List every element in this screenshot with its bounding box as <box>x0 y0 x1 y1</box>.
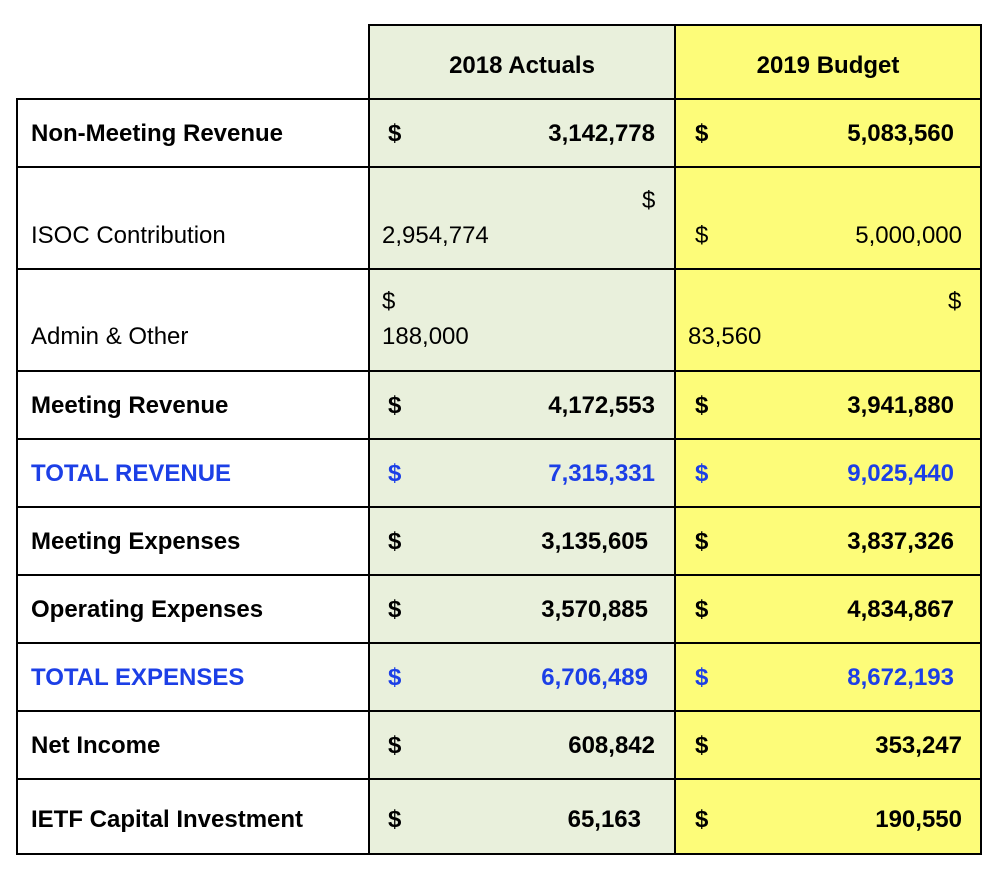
currency-symbol: $ <box>388 120 402 147</box>
table-border <box>16 778 982 780</box>
header-actuals: 2018 Actuals <box>449 52 595 79</box>
row-label: Net Income <box>31 732 161 759</box>
actuals-value: 3,135,605 <box>541 528 648 555</box>
row-label: IETF Capital Investment <box>31 806 304 833</box>
budget-value: 190,550 <box>875 806 962 833</box>
actuals-value: 2,954,774 <box>382 222 489 249</box>
budget-value: 3,837,326 <box>847 528 954 555</box>
row-label: ISOC Contribution <box>31 222 226 249</box>
table-border <box>16 642 982 644</box>
currency-symbol: $ <box>642 187 656 214</box>
table-border <box>16 166 982 168</box>
table-cell <box>675 167 981 269</box>
actuals-value: 65,163 <box>567 806 641 833</box>
actuals-value: 4,172,553 <box>548 392 655 419</box>
row-label: Non-Meeting Revenue <box>31 120 284 147</box>
budget-value: 83,560 <box>688 323 762 350</box>
table-cell <box>675 269 981 371</box>
currency-symbol: $ <box>695 460 709 487</box>
row-label: Meeting Revenue <box>31 392 229 419</box>
table-cell <box>369 167 675 269</box>
budget-value: 5,083,560 <box>847 120 954 147</box>
header-budget: 2019 Budget <box>756 52 900 79</box>
table-border <box>16 438 982 440</box>
currency-symbol: $ <box>695 120 709 147</box>
currency-symbol: $ <box>695 392 709 419</box>
row-label: Admin & Other <box>31 323 189 350</box>
actuals-value: 188,000 <box>382 323 469 350</box>
currency-symbol: $ <box>948 288 962 315</box>
table-border <box>16 98 982 100</box>
currency-symbol: $ <box>388 806 402 833</box>
actuals-value: 7,315,331 <box>548 460 655 487</box>
row-label: Meeting Expenses <box>31 528 241 555</box>
actuals-value: 6,706,489 <box>541 664 648 691</box>
currency-symbol: $ <box>695 528 709 555</box>
currency-symbol: $ <box>695 596 709 623</box>
table-border <box>368 24 370 855</box>
currency-symbol: $ <box>388 664 402 691</box>
budget-value: 353,247 <box>875 732 962 759</box>
table-border <box>16 506 982 508</box>
actuals-value: 3,142,778 <box>548 120 655 147</box>
table-border <box>674 24 676 855</box>
row-label: TOTAL EXPENSES <box>31 664 245 691</box>
currency-symbol: $ <box>388 528 402 555</box>
currency-symbol: $ <box>388 596 402 623</box>
currency-symbol: $ <box>388 460 402 487</box>
row-label: Operating Expenses <box>31 596 264 623</box>
budget-value: 8,672,193 <box>847 664 954 691</box>
currency-symbol: $ <box>382 288 396 315</box>
row-label: TOTAL REVENUE <box>31 460 232 487</box>
currency-symbol: $ <box>695 806 709 833</box>
table-cell <box>369 269 675 371</box>
budget-value: 5,000,000 <box>855 222 962 249</box>
table-border <box>16 853 982 855</box>
actuals-value: 3,570,885 <box>541 596 648 623</box>
table-border <box>16 370 982 372</box>
budget-value: 4,834,867 <box>847 596 954 623</box>
currency-symbol: $ <box>695 222 709 249</box>
table-border <box>16 710 982 712</box>
currency-symbol: $ <box>695 664 709 691</box>
table-border <box>16 98 18 855</box>
actuals-value: 608,842 <box>568 732 655 759</box>
currency-symbol: $ <box>388 392 402 419</box>
budget-value: 9,025,440 <box>847 460 954 487</box>
budget-value: 3,941,880 <box>847 392 954 419</box>
table-border <box>16 574 982 576</box>
table-border <box>16 268 982 270</box>
table-border <box>980 24 982 855</box>
currency-symbol: $ <box>695 732 709 759</box>
currency-symbol: $ <box>388 732 402 759</box>
